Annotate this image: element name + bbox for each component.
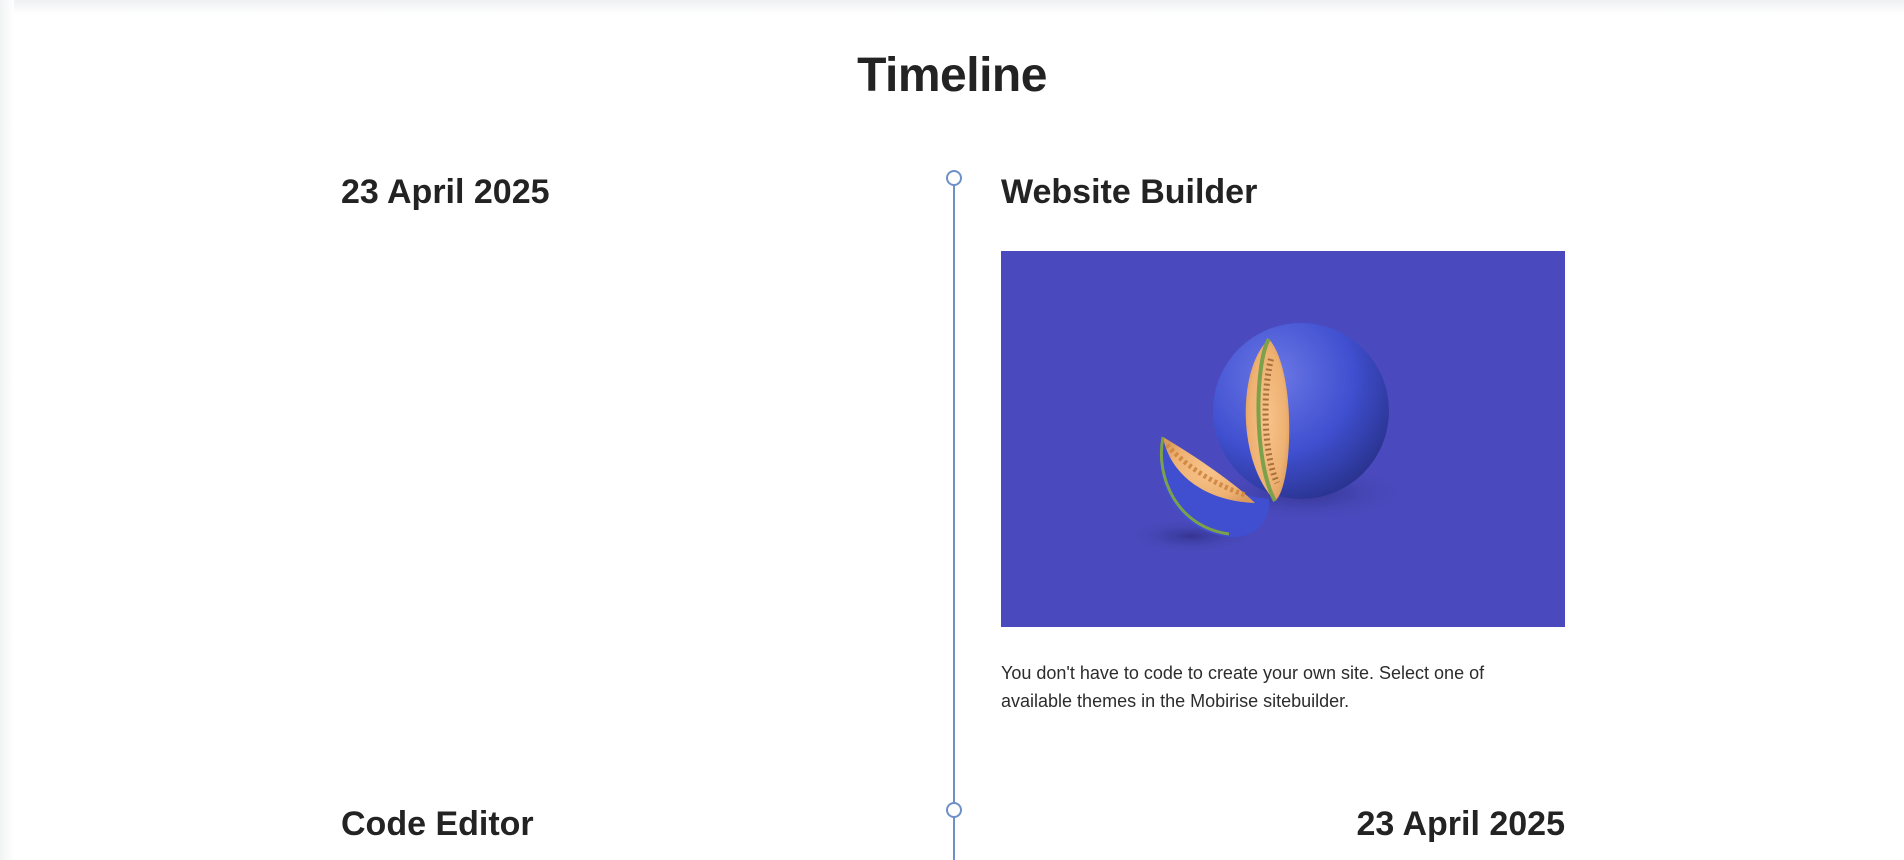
section-title: Timeline	[857, 49, 1047, 102]
page: Timeline 23 April 2025 Website Builder Y…	[0, 0, 1904, 860]
timeline-dot	[946, 802, 962, 818]
timeline-line	[953, 178, 955, 860]
melon-illustration	[1121, 323, 1416, 554]
timeline-item-title: Code Editor	[341, 805, 534, 843]
timeline-image	[1001, 251, 1565, 627]
timeline-item-title: Website Builder	[1001, 173, 1258, 211]
left-edge	[0, 0, 14, 860]
top-shadow	[0, 0, 1904, 14]
timeline-item-text: You don't have to code to create your ow…	[1001, 663, 1485, 711]
timeline-dot	[946, 170, 962, 186]
timeline-date: 23 April 2025	[341, 173, 550, 211]
timeline-date: 23 April 2025	[1356, 805, 1565, 843]
